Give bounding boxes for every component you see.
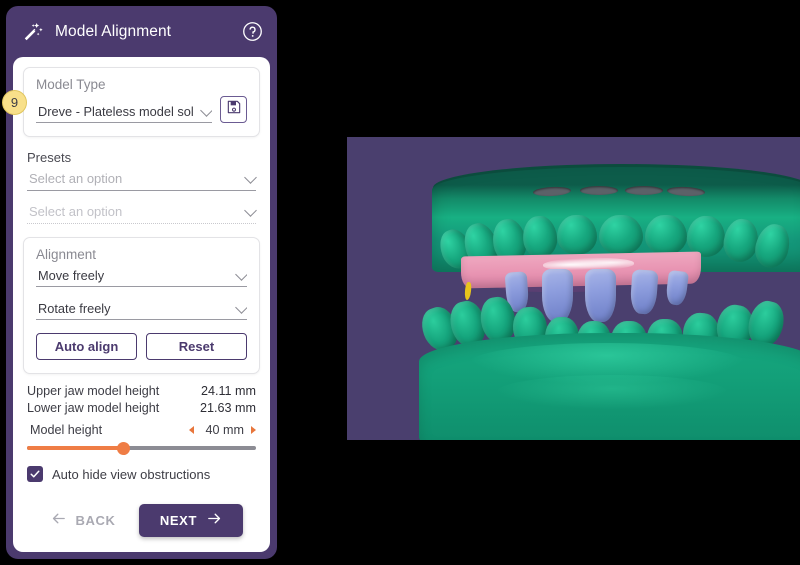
chevron-down-icon [244, 170, 257, 184]
move-mode-value: Move freely [38, 268, 105, 283]
lower-jaw-height-value: 21.63 mm [200, 401, 256, 415]
arrow-right-icon [206, 510, 223, 530]
slider-thumb[interactable] [116, 441, 130, 455]
alignment-buttons: Auto align Reset [36, 333, 247, 360]
model-alignment-panel: Model Alignment Model Type Dreve - Plate… [6, 6, 277, 559]
panel-body: Model Type Dreve - Plateless model solid… [13, 57, 270, 552]
model-type-select[interactable]: Dreve - Plateless model solid ( [36, 102, 212, 123]
gingiva-band [461, 251, 701, 289]
model-height-value: 40 mm [205, 423, 245, 437]
next-button[interactable]: NEXT [139, 503, 244, 537]
preset-primary-select[interactable]: Select an option [27, 167, 257, 191]
alignment-card: Alignment Move freely Rotate freely Auto… [23, 237, 260, 374]
back-button[interactable]: BACK [40, 502, 126, 538]
reset-button[interactable]: Reset [146, 333, 247, 360]
measurement-row: Lower jaw model height 21.63 mm [27, 400, 256, 417]
tooth [599, 215, 643, 255]
presets-label: Presets [27, 150, 72, 165]
measurements-list: Upper jaw model height 24.11 mm Lower ja… [27, 383, 256, 417]
preset-secondary-select: Select an option [27, 200, 257, 224]
next-button-label: NEXT [159, 512, 197, 528]
chevron-down-icon [200, 104, 212, 117]
model-height-control: Model height 40 mm [27, 423, 256, 455]
rotate-mode-value: Rotate freely [38, 301, 111, 316]
model-3d-viewport[interactable] [347, 137, 800, 440]
step-badge: 9 [2, 90, 27, 115]
upper-jaw-hole [580, 186, 618, 195]
auto-hide-checkbox[interactable] [27, 466, 43, 482]
preset-secondary-value: Select an option [29, 204, 123, 219]
lower-jaw-height-label: Lower jaw model height [27, 401, 160, 415]
panel-footer: BACK NEXT [13, 502, 270, 538]
lower-jaw-highlight [497, 375, 727, 409]
rotate-mode-select[interactable]: Rotate freely [36, 299, 247, 320]
chevron-down-icon [235, 268, 247, 281]
upper-jaw-height-label: Upper jaw model height [27, 384, 160, 398]
upper-jaw-height-value: 24.11 mm [200, 384, 256, 398]
arrow-left-icon [50, 510, 67, 530]
upper-jaw-hole [625, 186, 663, 195]
auto-hide-label: Auto hide view obstructions [52, 466, 211, 482]
measurement-row: Upper jaw model height 24.11 mm [27, 383, 256, 400]
tooth [557, 215, 597, 255]
tooth [720, 216, 762, 265]
help-circle-icon[interactable] [242, 21, 263, 42]
model-height-slider[interactable] [27, 441, 256, 455]
back-button-label: BACK [75, 512, 116, 528]
magic-wand-icon [22, 21, 44, 43]
auto-align-button[interactable]: Auto align [36, 333, 137, 360]
chevron-down-icon [235, 301, 247, 314]
increment-model-height-button[interactable] [251, 426, 256, 434]
auto-hide-checkbox-row[interactable]: Auto hide view obstructions [27, 466, 270, 482]
model-height-header: Model height 40 mm [27, 423, 256, 437]
panel-title: Model Alignment [55, 22, 172, 40]
tooth [521, 214, 559, 260]
tooth [645, 215, 687, 255]
model-type-value: Dreve - Plateless model solid ( [38, 104, 194, 119]
screen: Model Alignment Model Type Dreve - Plate… [0, 0, 800, 565]
save-model-type-button[interactable] [220, 96, 247, 123]
preset-primary-value: Select an option [29, 171, 123, 186]
model-type-row: Dreve - Plateless model solid ( [36, 96, 247, 123]
dental-model-scene[interactable] [347, 137, 800, 440]
slider-fill [27, 446, 124, 450]
panel-header: Model Alignment [6, 6, 277, 57]
move-mode-select[interactable]: Move freely [36, 266, 247, 287]
chevron-down-icon [244, 203, 257, 217]
floppy-disk-save-icon [226, 99, 242, 120]
model-type-label: Model Type [36, 77, 106, 92]
model-height-label: Model height [30, 423, 103, 437]
alignment-label: Alignment [36, 247, 97, 262]
model-type-card: Model Type Dreve - Plateless model solid… [23, 67, 260, 137]
tooth [750, 220, 795, 272]
